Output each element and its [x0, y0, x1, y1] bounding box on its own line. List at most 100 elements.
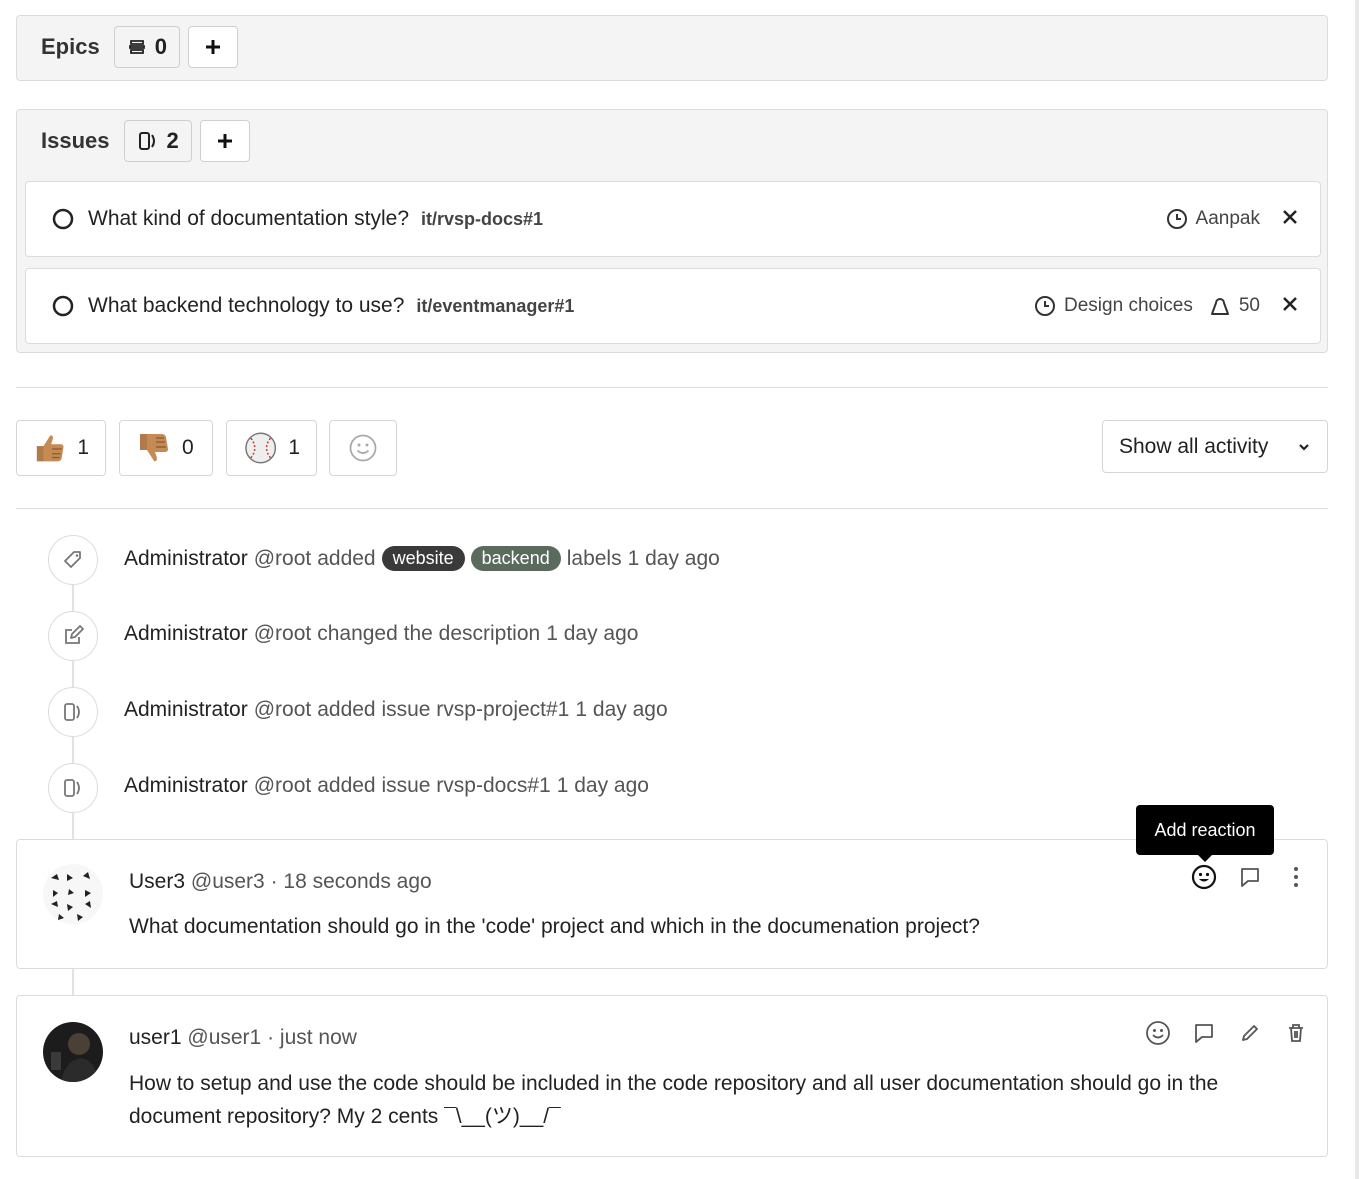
- issue-meta: Aanpak: [1166, 208, 1260, 230]
- tooltip-arrow: [1197, 854, 1213, 862]
- issue-meta: Design choices 50: [1034, 295, 1260, 317]
- note-header: user1 @user1 · just now: [129, 1026, 357, 1050]
- note-body: What documentation should go in the 'cod…: [129, 915, 980, 938]
- comment-note: User3 @user3 · 18 seconds ago What docum…: [16, 839, 1328, 969]
- comment-icon: [1195, 1024, 1213, 1043]
- note-actions: [1145, 1020, 1309, 1046]
- comment-icon: [1241, 868, 1259, 887]
- add-reaction-button[interactable]: [329, 420, 397, 476]
- epics-title: Epics: [41, 34, 100, 59]
- timeline-event-icon: [48, 535, 98, 585]
- issue-milestone[interactable]: Design choices: [1064, 295, 1193, 317]
- event-suffix: labels: [566, 546, 622, 570]
- label-website[interactable]: website: [381, 546, 465, 571]
- issue-title[interactable]: What backend technology to use?: [88, 294, 404, 318]
- note-author-handle[interactable]: @user1: [187, 1026, 261, 1049]
- add-epic-button[interactable]: [187, 26, 238, 68]
- event-time: 1 day ago: [627, 546, 720, 570]
- issues-count-badge: 2: [123, 120, 192, 162]
- event-author[interactable]: Administrator: [124, 622, 248, 646]
- issues-count: 2: [166, 128, 179, 153]
- epics-header: Epics 0: [17, 16, 1327, 78]
- issue-reference: it/rvsp-docs#1: [421, 208, 544, 229]
- timeline-event: Administrator @root added website backen…: [124, 546, 720, 571]
- thumbs-up-icon: [36, 435, 64, 462]
- event-author[interactable]: Administrator: [124, 547, 248, 571]
- note-body: How to setup and use the code should be …: [129, 1072, 1219, 1128]
- note-author-name[interactable]: User3: [129, 870, 185, 893]
- note-timestamp[interactable]: 18 seconds ago: [283, 870, 431, 893]
- more-actions-button[interactable]: [1283, 864, 1309, 890]
- pencil-square-icon: [65, 625, 84, 644]
- divider: [16, 508, 1328, 509]
- award-thumbs-up-button[interactable]: 1: [16, 420, 106, 476]
- avatar[interactable]: [43, 864, 103, 924]
- issue-milestone[interactable]: Aanpak: [1196, 208, 1260, 230]
- event-action: added: [317, 546, 376, 570]
- smiley-icon: [349, 434, 377, 462]
- note-separator: ·: [267, 1026, 275, 1049]
- event-handle[interactable]: @root: [254, 698, 312, 722]
- comment-note: user1 @user1 · just now How to setup and…: [16, 995, 1328, 1157]
- epic-icon: [128, 40, 145, 54]
- event-action: added issue rvsp-docs#1: [317, 774, 551, 797]
- event-handle[interactable]: @root: [254, 547, 312, 571]
- plus-icon: [217, 134, 232, 148]
- linked-issue-row[interactable]: What backend technology to use? it/event…: [25, 268, 1321, 344]
- timeline-event-icon: [48, 687, 98, 737]
- note-separator: ·: [270, 870, 278, 893]
- label-icon: [64, 551, 81, 568]
- event-time: 1 day ago: [575, 698, 668, 721]
- event-handle[interactable]: @root: [254, 774, 312, 798]
- award-thumbs-down-button[interactable]: 0: [119, 420, 213, 476]
- issues-icon: [138, 132, 155, 150]
- timeline-event: Administrator @root added issue rvsp-doc…: [124, 774, 649, 798]
- chevron-down-icon: [1299, 443, 1309, 451]
- issue-open-icon: [52, 208, 74, 230]
- baseball-icon: [245, 432, 277, 464]
- timeline-event: Administrator @root added issue rvsp-pro…: [124, 698, 668, 722]
- reply-button[interactable]: [1237, 864, 1263, 890]
- event-author[interactable]: Administrator: [124, 698, 248, 722]
- issue-open-icon: [52, 295, 74, 317]
- edit-button[interactable]: [1237, 1020, 1263, 1046]
- add-issue-button[interactable]: [199, 120, 250, 162]
- note-actions: [1191, 864, 1309, 890]
- note-timestamp[interactable]: just now: [280, 1026, 357, 1049]
- add-reaction-button[interactable]: [1145, 1020, 1171, 1046]
- event-handle[interactable]: @root: [254, 622, 312, 646]
- note-header: User3 @user3 · 18 seconds ago: [129, 870, 432, 894]
- award-count: 1: [77, 436, 89, 459]
- issue-title[interactable]: What kind of documentation style?: [88, 207, 409, 231]
- event-author[interactable]: Administrator: [124, 774, 248, 798]
- award-count: 0: [182, 436, 194, 459]
- epics-panel: Epics 0: [16, 15, 1328, 81]
- remove-issue-button[interactable]: [1282, 296, 1298, 317]
- tooltip: Add reaction: [1136, 805, 1274, 855]
- kebab-menu-icon: [1294, 867, 1298, 887]
- close-icon: [1283, 296, 1297, 311]
- linked-issue-row[interactable]: What kind of documentation style? it/rvs…: [25, 181, 1321, 257]
- event-action: added issue rvsp-project#1: [317, 698, 570, 721]
- timeline-event: Administrator @root changed the descript…: [124, 622, 638, 646]
- note-author-handle[interactable]: @user3: [191, 870, 265, 893]
- user-photo-avatar: [43, 1022, 103, 1082]
- activity-filter-label: Show all activity: [1119, 434, 1269, 458]
- reply-button[interactable]: [1191, 1020, 1217, 1046]
- avatar[interactable]: [43, 1022, 103, 1082]
- issues-panel: Issues 2 What kind of documentation styl…: [16, 109, 1328, 353]
- label-backend[interactable]: backend: [470, 546, 561, 571]
- timeline-line: [72, 968, 74, 996]
- activity-filter-dropdown[interactable]: Show all activity: [1102, 420, 1328, 473]
- award-baseball-button[interactable]: 1: [226, 420, 317, 476]
- remove-issue-button[interactable]: [1282, 209, 1298, 230]
- award-count: 1: [288, 436, 300, 459]
- page-scrollbar[interactable]: [1355, 0, 1359, 1179]
- delete-button[interactable]: [1283, 1020, 1309, 1046]
- issue-weight: 50: [1238, 295, 1260, 316]
- note-author-name[interactable]: user1: [129, 1026, 182, 1049]
- issues-icon: [64, 779, 80, 797]
- smiley-icon: [1191, 864, 1217, 890]
- add-reaction-button[interactable]: [1191, 864, 1217, 890]
- thumbs-down-icon: [140, 434, 168, 462]
